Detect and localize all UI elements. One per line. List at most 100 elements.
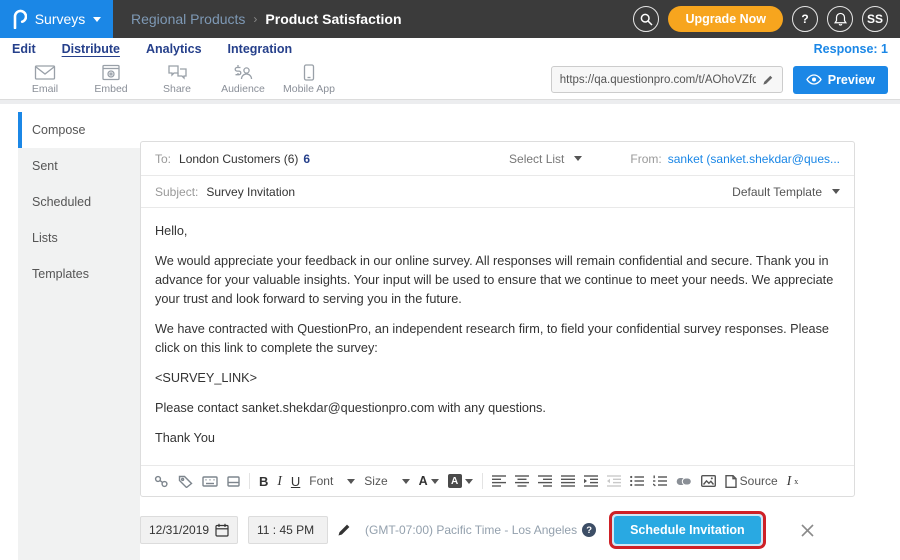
share-icon — [167, 64, 188, 81]
background-color-button[interactable]: A — [448, 474, 473, 488]
sidebar-item-sent[interactable]: Sent — [18, 148, 140, 184]
tabs: Edit Distribute Analytics Integration — [12, 42, 292, 56]
mobile-app-icon — [303, 64, 315, 81]
justify-icon — [561, 475, 575, 487]
caret-down-icon — [431, 479, 439, 484]
pencil-icon — [337, 523, 351, 537]
to-value[interactable]: London Customers (6) — [179, 152, 298, 166]
calendar-icon — [215, 523, 229, 537]
header-actions: Upgrade Now ? SS — [633, 6, 888, 32]
notifications-button[interactable] — [827, 6, 853, 32]
font-dropdown[interactable]: Font — [309, 474, 355, 488]
subject-label: Subject: — [155, 185, 198, 199]
surveys-menu-label: Surveys — [35, 11, 86, 27]
body-paragraph: Thank You — [155, 429, 840, 448]
background-color-letter: A — [448, 474, 462, 488]
insert-image-button[interactable] — [701, 475, 716, 487]
body-paragraph: We would appreciate your feedback in our… — [155, 252, 840, 309]
size-dropdown[interactable]: Size — [364, 474, 409, 488]
bulleted-list-button[interactable] — [630, 475, 644, 487]
select-list-dropdown[interactable]: Select List — [509, 152, 582, 166]
align-right-icon — [538, 475, 552, 487]
justify-button[interactable] — [561, 475, 575, 487]
merge-tag-button[interactable] — [178, 475, 193, 488]
email-sidebar: Compose Sent Scheduled Lists Templates — [18, 112, 140, 560]
search-button[interactable] — [633, 6, 659, 32]
edit-time-button[interactable] — [337, 523, 351, 537]
channel-email[interactable]: Email — [12, 64, 78, 95]
insert-link-button[interactable] — [676, 477, 692, 486]
bold-button[interactable]: B — [259, 474, 268, 489]
breadcrumb-parent[interactable]: Regional Products — [131, 11, 245, 27]
text-color-button[interactable]: A — [419, 474, 439, 488]
channel-share[interactable]: Share — [144, 64, 210, 95]
date-picker[interactable]: 12/31/2019 — [140, 516, 238, 544]
align-left-button[interactable] — [492, 475, 506, 487]
preview-button[interactable]: Preview — [793, 66, 888, 94]
sidebar-item-compose[interactable]: Compose — [18, 112, 140, 148]
link-button[interactable] — [154, 475, 169, 488]
remove-format-sub: x — [794, 477, 798, 486]
caret-down-icon — [402, 479, 410, 484]
time-picker[interactable]: 11 : 45 PM — [248, 516, 328, 544]
sidebar-item-templates[interactable]: Templates — [18, 256, 140, 292]
subject-value[interactable]: Survey Invitation — [206, 185, 295, 199]
upgrade-now-button[interactable]: Upgrade Now — [668, 6, 783, 32]
panel-icon — [227, 476, 240, 487]
preview-label: Preview — [828, 73, 875, 87]
breadcrumb: Regional Products › Product Satisfaction — [131, 11, 402, 27]
numbered-list-button[interactable] — [653, 475, 667, 487]
tab-analytics[interactable]: Analytics — [146, 42, 202, 56]
keyboard-icon — [202, 476, 218, 487]
breadcrumb-current: Product Satisfaction — [265, 11, 401, 27]
source-button[interactable]: Source — [725, 474, 778, 488]
channel-mobile-app[interactable]: Mobile App — [276, 64, 342, 95]
surveys-menu[interactable]: Surveys — [0, 0, 113, 38]
cancel-schedule-button[interactable] — [800, 523, 815, 538]
tab-integration[interactable]: Integration — [228, 42, 293, 56]
caret-down-icon — [347, 479, 355, 484]
schedule-invitation-button[interactable]: Schedule Invitation — [614, 516, 761, 544]
tab-edit[interactable]: Edit — [12, 42, 36, 56]
image-icon — [701, 475, 716, 487]
highlight-ring: Schedule Invitation — [609, 511, 766, 549]
eye-icon — [806, 74, 822, 85]
edit-url-icon[interactable] — [762, 74, 774, 86]
underline-button[interactable]: U — [291, 474, 300, 489]
keyboard-button[interactable] — [202, 476, 218, 487]
survey-url-field[interactable]: https://qa.questionpro.com/t/AOhoVZfqml — [551, 66, 783, 93]
sidebar-item-lists[interactable]: Lists — [18, 220, 140, 256]
channel-embed[interactable]: Embed — [78, 64, 144, 95]
align-center-button[interactable] — [515, 475, 529, 487]
select-list-label: Select List — [509, 152, 564, 166]
recipient-row: To: London Customers (6) 6 Select List F… — [141, 142, 854, 176]
decrease-indent-button[interactable] — [607, 475, 621, 487]
remove-format-button[interactable]: Ix — [787, 473, 799, 489]
from-value[interactable]: sanket (sanket.shekdar@ques... — [668, 152, 840, 166]
avatar[interactable]: SS — [862, 6, 888, 32]
size-dropdown-label: Size — [364, 474, 387, 488]
channel-share-label: Share — [163, 83, 191, 95]
sidebar-item-scheduled[interactable]: Scheduled — [18, 184, 140, 220]
align-left-icon — [492, 475, 506, 487]
channel-audience[interactable]: Audience — [210, 64, 276, 95]
tab-distribute[interactable]: Distribute — [62, 42, 120, 56]
survey-url: https://qa.questionpro.com/t/AOhoVZfqml — [560, 74, 756, 86]
template-dropdown[interactable]: Default Template — [732, 185, 840, 199]
channel-mobile-label: Mobile App — [283, 83, 335, 95]
panel-button[interactable] — [227, 476, 240, 487]
channel-embed-label: Embed — [94, 83, 127, 95]
bulleted-list-icon — [630, 475, 644, 487]
to-recipient-count[interactable]: 6 — [303, 152, 310, 166]
timezone-help-icon[interactable]: ? — [582, 523, 596, 537]
embed-icon — [101, 64, 121, 81]
email-body-editor[interactable]: Hello, We would appreciate your feedback… — [141, 208, 854, 465]
align-right-button[interactable] — [538, 475, 552, 487]
subject-row: Subject: Survey Invitation Default Templ… — [141, 176, 854, 208]
italic-button[interactable]: I — [277, 473, 282, 489]
insert-link-icon — [676, 477, 692, 486]
increase-indent-button[interactable] — [584, 475, 598, 487]
response-count[interactable]: Response: 1 — [814, 42, 888, 56]
help-button[interactable]: ? — [792, 6, 818, 32]
toolbar-divider — [482, 473, 483, 489]
